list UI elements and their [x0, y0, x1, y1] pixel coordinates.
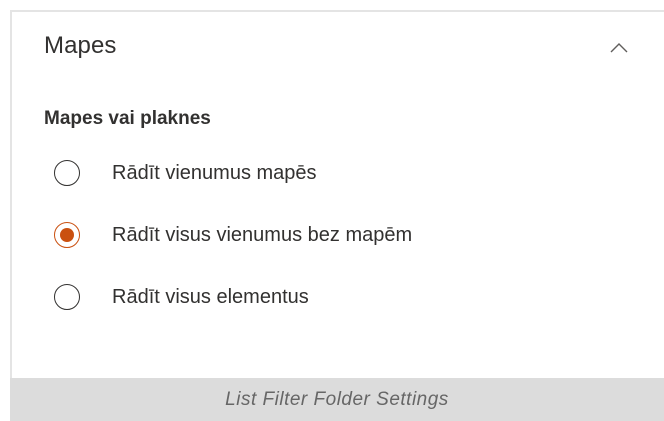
radio-button-unchecked[interactable]	[54, 160, 80, 186]
radio-label: Rādīt visus vienumus bez mapēm	[112, 223, 413, 246]
radio-label: Rādīt vienumus mapēs	[112, 161, 317, 184]
radio-button-unchecked[interactable]	[54, 284, 80, 310]
radio-show-all-elements[interactable]: Rādīt visus elementus	[54, 282, 614, 312]
radio-group-label: Mapes vai plaknes	[44, 108, 211, 129]
collapse-button[interactable]	[604, 32, 634, 62]
radio-show-all-items-without-folders[interactable]: Rādīt visus vienumus bez mapēm	[54, 220, 614, 250]
panel-title: Mapes	[44, 32, 117, 59]
folder-radio-group: Rādīt vienumus mapēs Rādīt visus vienumu…	[54, 158, 614, 344]
panel-header: Mapes	[44, 28, 634, 68]
radio-button-checked[interactable]	[54, 222, 80, 248]
caption-bar: List Filter Folder Settings	[10, 378, 664, 421]
radio-label: Rādīt visus elementus	[112, 285, 309, 308]
radio-selected-dot	[60, 228, 74, 242]
chevron-up-icon	[610, 42, 628, 52]
image-caption: List Filter Folder Settings	[225, 388, 449, 410]
radio-show-items-in-folders[interactable]: Rādīt vienumus mapēs	[54, 158, 614, 188]
